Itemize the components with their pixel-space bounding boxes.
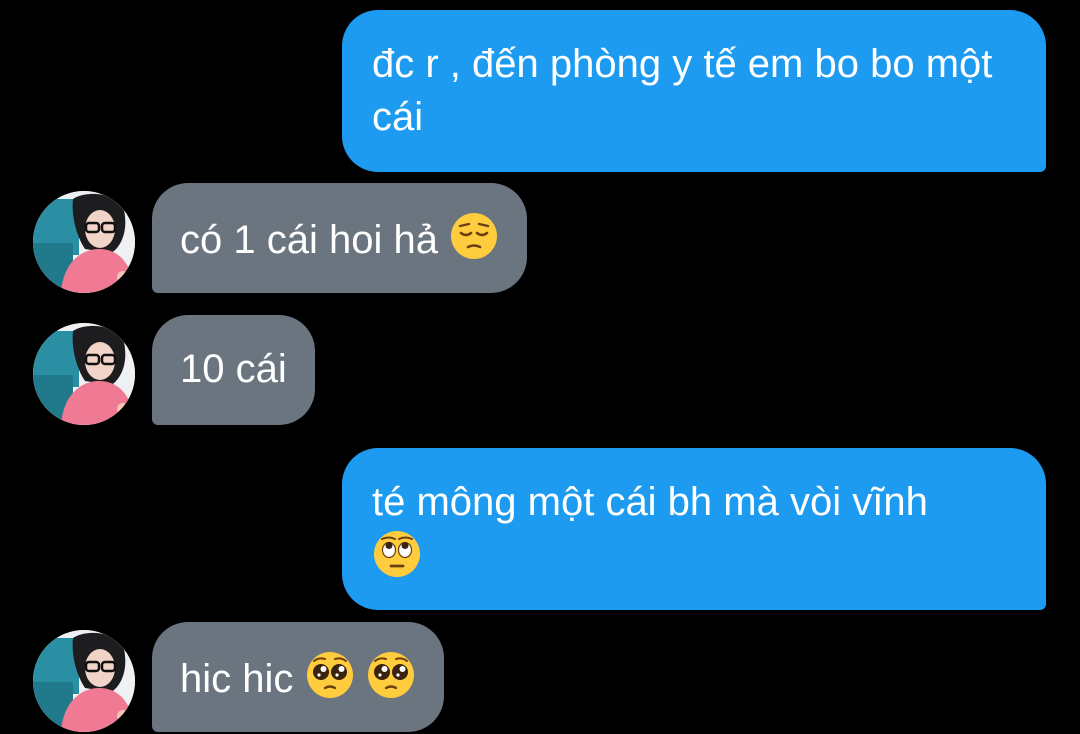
message-text: hic hic [180,657,294,701]
outgoing-message[interactable]: té mông một cái bh mà vòi vĩnh [342,448,1046,610]
pleading-face-icon [367,652,414,698]
profile-photo [33,630,135,732]
profile-photo [33,323,135,425]
pleading-face-icon [306,652,353,698]
message-text: đc r , đến phòng y tế em bo bo một cái [372,42,993,139]
message-text: té mông một cái bh mà vòi vĩnh [372,480,928,524]
avatar[interactable] [33,630,135,732]
incoming-message[interactable]: có 1 cái hoi hả [152,183,528,293]
message-text: 10 cái [180,347,287,391]
message-text: có 1 cái hoi hả [180,218,438,262]
incoming-message[interactable]: hic hic [152,622,444,732]
avatar[interactable] [33,191,135,293]
avatar[interactable] [33,323,135,425]
profile-photo [33,191,135,293]
incoming-message[interactable]: 10 cái [152,315,315,425]
face-with-rolling-eyes-icon [374,531,420,577]
outgoing-message[interactable]: đc r , đến phòng y tế em bo bo một cái [342,10,1046,172]
pensive-face-icon [451,213,498,259]
